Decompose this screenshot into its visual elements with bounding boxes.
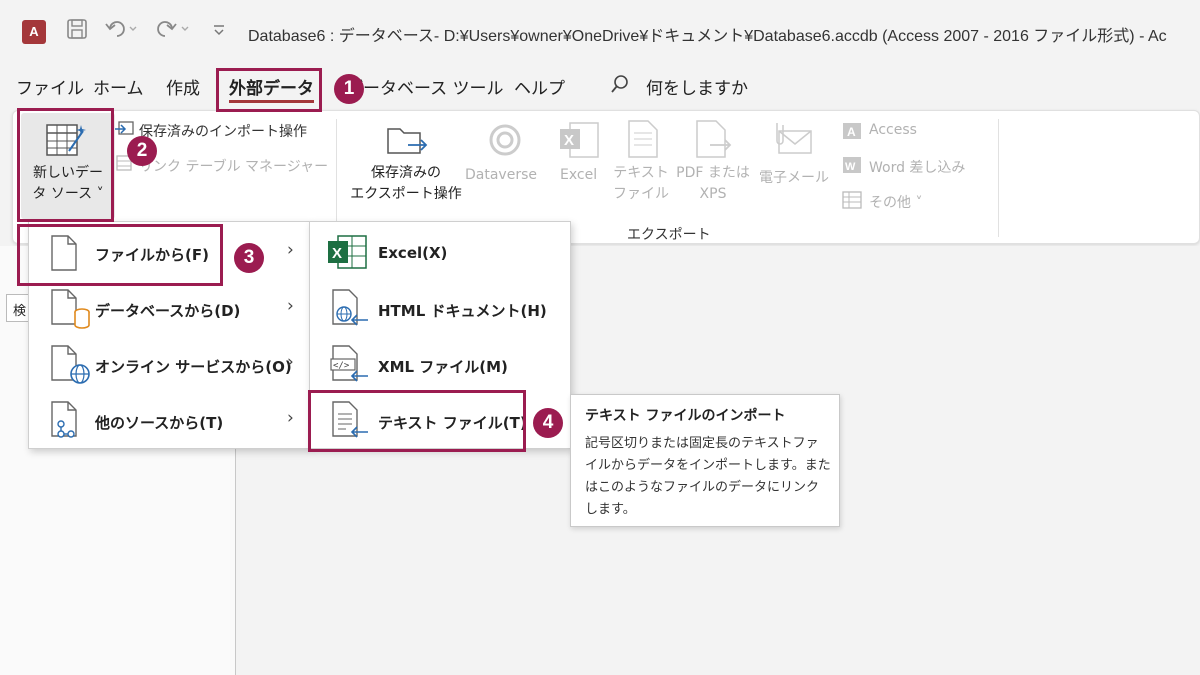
saved-imports-button[interactable]: 保存済みのインポート操作 <box>139 121 307 141</box>
search-icon[interactable] <box>610 74 630 99</box>
access-export-icon: A <box>841 121 863 145</box>
more-exports-icon <box>841 190 863 214</box>
pdf-xps-export-button[interactable]: PDF または XPS <box>669 163 757 205</box>
menu-item-from-online-services[interactable]: オンライン サービスから(O) › <box>29 336 309 392</box>
undo-icon[interactable] <box>104 18 140 45</box>
tab-create[interactable]: 作成 <box>166 74 200 99</box>
text-file-export-button[interactable]: テキスト ファイル <box>609 163 673 205</box>
xml-file-icon: </> <box>330 344 372 390</box>
word-merge-icon: W <box>841 155 863 179</box>
tooltip-title: テキスト ファイルのインポート <box>585 408 786 424</box>
group-separator <box>998 119 999 237</box>
customize-toolbar-icon[interactable] <box>212 18 226 45</box>
tab-home[interactable]: ホーム <box>93 74 144 99</box>
dataverse-export-button[interactable]: Dataverse <box>465 167 537 183</box>
more-exports-button[interactable]: その他 ˅ <box>869 192 922 212</box>
access-export-button[interactable]: Access <box>869 122 917 138</box>
menu-item-import-xml[interactable]: </> XML ファイル(M) <box>310 336 570 392</box>
tell-me-search[interactable]: 何をしますか <box>646 74 748 99</box>
step-1-highlight <box>216 68 322 112</box>
svg-text:W: W <box>845 161 856 173</box>
svg-text:A: A <box>847 125 856 139</box>
menu-item-from-database[interactable]: データベースから(D) › <box>29 280 309 336</box>
chevron-right-icon: › <box>287 408 294 428</box>
other-sources-icon <box>49 400 91 446</box>
svg-text:</>: </> <box>333 361 350 371</box>
excel-export-icon: X <box>558 121 600 163</box>
tooltip-body: 記号区切りまたは固定長のテキストファイルからデータをインポートします。またはこの… <box>585 436 831 517</box>
excel-icon: X <box>326 234 368 274</box>
svg-text:X: X <box>332 245 342 262</box>
ribbon-tabs: ファイル ホーム 作成 外部データ データベース ツール ヘルプ 何をしますか <box>0 74 1200 104</box>
step-2-highlight <box>17 108 114 222</box>
tab-file[interactable]: ファイル <box>16 74 84 99</box>
word-merge-button[interactable]: Word 差し込み <box>869 157 965 177</box>
menu-item-from-other-sources[interactable]: 他のソースから(T) › <box>29 392 309 448</box>
pdf-xps-export-icon <box>694 119 734 163</box>
chevron-right-icon: › <box>287 296 294 316</box>
title-bar: A Database6 : データベース- D:¥Users¥owner¥One… <box>0 0 1200 66</box>
text-file-export-icon <box>626 119 660 163</box>
save-icon[interactable] <box>66 18 88 45</box>
export-group-label: エクスポート <box>627 227 711 243</box>
saved-exports-button[interactable]: 保存済みの エクスポート操作 <box>346 163 466 205</box>
email-export-button[interactable]: 電子メール <box>759 167 829 187</box>
chevron-right-icon: › <box>287 352 294 372</box>
svg-text:X: X <box>564 132 574 149</box>
step-4-badge: 4 <box>533 408 563 438</box>
step-1-badge: 1 <box>334 74 364 104</box>
linked-table-manager-button[interactable]: リンク テーブル マネージャー <box>139 156 328 176</box>
nav-search-partial-label: 検 <box>13 304 27 319</box>
dataverse-icon <box>485 123 525 161</box>
menu-item-import-html[interactable]: HTML ドキュメント(H) <box>310 280 570 336</box>
step-3-highlight <box>17 224 223 286</box>
step-3-badge: 3 <box>234 243 264 273</box>
online-services-icon <box>49 344 91 390</box>
excel-export-button[interactable]: Excel <box>560 167 597 183</box>
database-file-icon <box>49 288 91 334</box>
text-file-import-tooltip: テキスト ファイルのインポート 記号区切りまたは固定長のテキストファイルからデー… <box>570 394 840 527</box>
chevron-right-icon: › <box>287 240 294 260</box>
html-document-icon <box>330 288 372 334</box>
saved-exports-icon <box>386 123 430 161</box>
tab-database-tools[interactable]: データベース ツール <box>346 74 504 99</box>
menu-item-import-excel[interactable]: X Excel(X) <box>310 224 570 280</box>
email-export-icon <box>771 119 815 161</box>
step-2-badge: 2 <box>127 136 157 166</box>
step-4-highlight <box>308 390 526 452</box>
tab-help[interactable]: ヘルプ <box>514 74 565 99</box>
redo-icon[interactable] <box>156 18 192 45</box>
window-title: Database6 : データベース- D:¥Users¥owner¥OneDr… <box>248 28 1167 45</box>
access-app-icon: A <box>22 20 46 44</box>
group-separator <box>336 119 337 237</box>
